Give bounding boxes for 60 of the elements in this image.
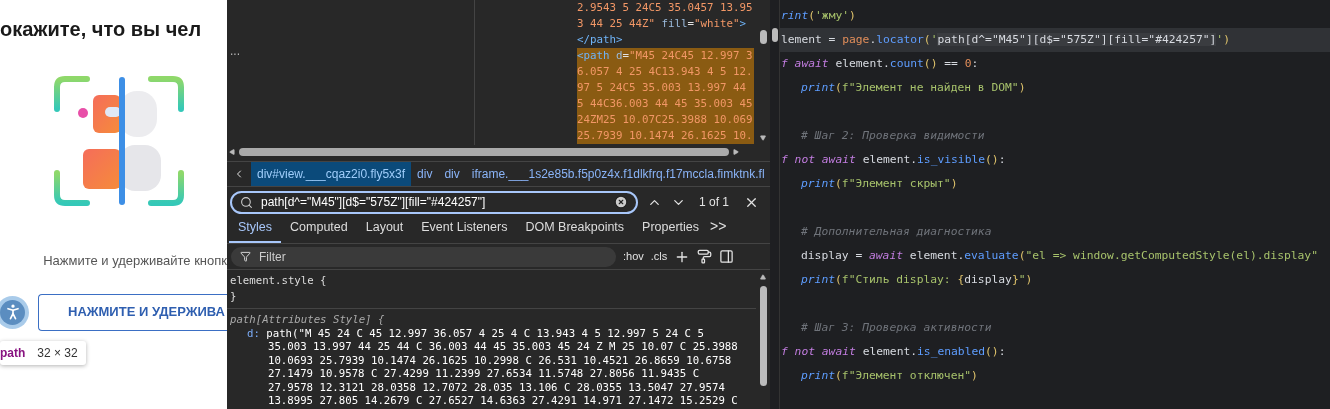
scroll-up-icon[interactable] (760, 274, 766, 280)
sidebar-toggle-icon[interactable] (719, 249, 735, 264)
code-line: display = await element.evaluate("el => window.getComputedStyle(el).display" (800, 248, 1319, 264)
style-value-line: 27.1479 10.9578 C 27.4299 11.2399 27.6534 11.5748 27.8056 11.9435 C (267, 367, 701, 381)
scrollbar-thumb[interactable] (771, 28, 778, 42)
cls-toggle[interactable]: .cls (650, 248, 668, 265)
filter-field[interactable]: Filter (231, 246, 616, 267)
more-tabs[interactable]: >> (708, 216, 727, 243)
filter-icon (240, 251, 251, 262)
accessibility-icon[interactable] (0, 299, 25, 325)
dom-line[interactable]: </path> (577, 32, 754, 48)
ellipsis[interactable]: ... (230, 44, 240, 58)
code-line: f not await element.is_enabled(): (780, 344, 1007, 360)
hold-button[interactable]: НАЖМИТЕ И УДЕРЖИВА (38, 293, 227, 331)
code-line: # Шаг 2: Проверка видимости (800, 128, 986, 144)
scrollbar-thumb[interactable] (239, 148, 729, 156)
style-value-line: 27.9578 12.3121 28.0358 12.7072 28.035 13.106 C 28.0355 13.5047 27.9574 (267, 380, 726, 394)
page-heading: окажите, что вы чел (0, 17, 202, 42)
style-rule-line: } (230, 289, 238, 305)
panel-tab[interactable]: Properties (633, 218, 709, 243)
style-selector: path[Attributes Style] { (227, 308, 756, 327)
style-value-line: 13.8995 27.805 14.2679 C 27.6527 14.6363 27.4291 14.971 27.1472 15.2529 C (267, 394, 739, 408)
panel-tab[interactable]: DOM Breakpoints (516, 218, 634, 243)
style-value-line: 10.0693 25.7939 10.1474 26.1625 10.2998 C 26.531 10.4521 26.8659 10.6758 (267, 353, 733, 367)
panel-tab[interactable]: Layout (356, 218, 413, 243)
style-rule-line: element.style { (230, 273, 328, 289)
tooltip-tag: path (0, 343, 26, 362)
scrollbar-thumb[interactable] (759, 30, 767, 44)
code-line: f not await element.is_visible(): (780, 152, 1007, 168)
panel-tab[interactable]: Computed (281, 218, 357, 243)
breadcrumb[interactable]: div (411, 162, 439, 186)
scroll-left-icon[interactable] (229, 149, 235, 155)
code-line: print(f"Элемент не найден в DOM") (800, 80, 1027, 96)
code-line: print(f"Элемент скрыт") (800, 176, 959, 192)
dom-line[interactable]: 2.9543 5 24C5 35.0457 13.95 (577, 0, 754, 16)
hov-toggle[interactable]: :hov (623, 248, 644, 265)
panel-tab[interactable]: Event Listeners (412, 218, 517, 243)
paint-roller-icon[interactable] (697, 249, 713, 264)
code-line: rint('жму') (780, 8, 857, 24)
tooltip-size: 32 × 32 (37, 344, 78, 362)
panel-tab[interactable]: Styles (229, 218, 282, 243)
style-value-line: 35.003 13.997 44 25 44 C 36.003 44 45 35.003 45 24 Z M 25 10.07 C 25.3988 (267, 340, 739, 354)
search-field[interactable]: path[d^="M45"][d$="575Z"][fill="#424257"] (230, 190, 638, 214)
breadcrumb[interactable]: iframe.___1s2e85b.f5p0z4x.f1dlkfrq.f17mccla.fimktnk.fl (465, 162, 770, 186)
scroll-down-icon[interactable] (760, 135, 766, 141)
code-line: # Шаг 3: Проверка активности (800, 320, 993, 336)
code-line: # Дополнительная диагностика (800, 224, 993, 240)
code-line: print(f"Элемент отключен") (800, 368, 979, 384)
search-icon (240, 195, 253, 209)
match-count: 1 of 1 (699, 194, 730, 211)
scroll-right-icon[interactable] (733, 149, 739, 155)
breadcrumb[interactable]: div (438, 162, 466, 186)
breadcrumb[interactable]: div#view.___cqaz2i0.fly5x3f (251, 162, 412, 186)
dom-line[interactable]: 3 44 25 44Z" fill="white"> (577, 16, 754, 32)
code-line: f await element.count() == 0: (780, 56, 980, 72)
scrollbar-thumb[interactable] (759, 286, 767, 386)
code-line: print(f"Стиль display: {display}") (800, 272, 1034, 288)
style-declaration: d: path("M 45 24 C 45 12.997 36.057 4 25 4 C 13.943 4 5 12.997 5 24 C 5 (246, 326, 705, 340)
instruction-text: Нажмите и удерживайте кнопк (43, 252, 227, 270)
clear-icon[interactable] (614, 195, 628, 209)
